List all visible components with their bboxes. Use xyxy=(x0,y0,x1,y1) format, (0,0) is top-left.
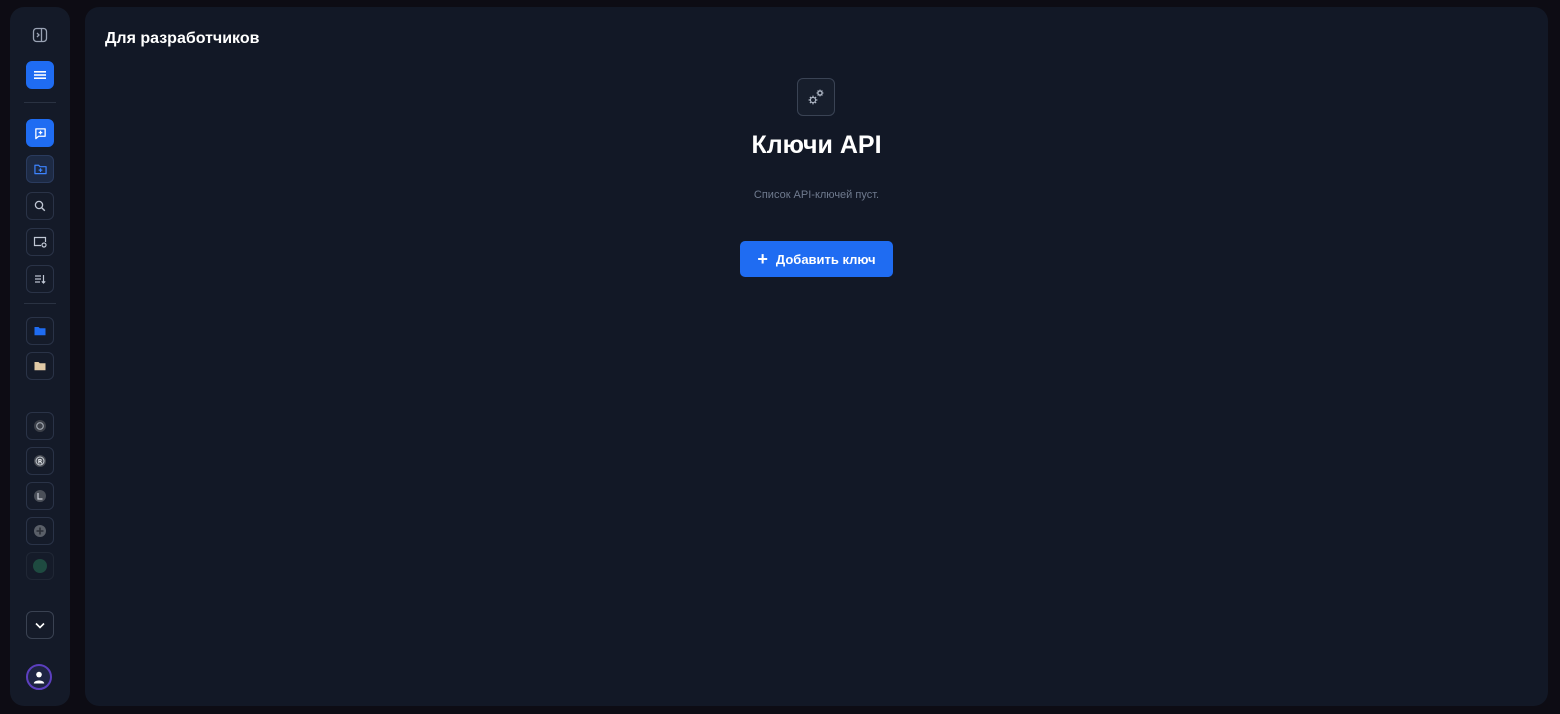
model-r[interactable]: R xyxy=(26,447,54,475)
model-teal[interactable] xyxy=(26,552,54,580)
search-icon xyxy=(34,200,46,212)
app-window: R Для разработчиков Ключи API Список API… xyxy=(0,0,1560,714)
grok-icon xyxy=(34,490,46,502)
main-panel: Для разработчиков Ключи API Список API-к… xyxy=(85,7,1548,706)
page-title: Для разработчиков xyxy=(105,30,260,47)
expand-models-button[interactable] xyxy=(26,611,54,639)
folder-blue[interactable] xyxy=(26,317,54,345)
empty-state-title: Ключи API xyxy=(751,131,882,159)
screen-settings-icon xyxy=(33,236,47,248)
model-plus[interactable] xyxy=(26,517,54,545)
openai-icon xyxy=(34,420,46,432)
folder-beige[interactable] xyxy=(26,352,54,380)
new-chat-icon xyxy=(34,127,46,139)
new-chat-button[interactable] xyxy=(26,119,54,147)
screen-settings-button[interactable] xyxy=(26,228,54,256)
gears-icon xyxy=(797,78,835,116)
menu-button[interactable] xyxy=(26,61,54,89)
chevron-down-icon xyxy=(35,622,45,629)
plus-icon: + xyxy=(757,249,768,269)
sidebar-toggle-icon[interactable] xyxy=(26,21,54,49)
empty-state-subtitle: Список API-ключей пуст. xyxy=(753,189,880,201)
new-folder-icon xyxy=(33,164,47,175)
model-grok[interactable] xyxy=(26,482,54,510)
sort-list-button[interactable] xyxy=(26,265,54,293)
model-openai[interactable] xyxy=(26,412,54,440)
menu-icon xyxy=(34,71,46,79)
sort-list-icon xyxy=(35,275,46,284)
search-button[interactable] xyxy=(26,192,54,220)
sidebar: R xyxy=(10,7,70,706)
user-avatar-icon xyxy=(33,671,45,683)
sidebar-divider xyxy=(24,102,56,103)
folder-icon xyxy=(34,362,46,371)
add-key-button-label: Добавить ключ xyxy=(775,251,876,267)
sidebar-divider xyxy=(24,303,56,304)
folder-icon xyxy=(34,327,46,336)
plus-model-icon xyxy=(34,525,46,537)
svg-text:R: R xyxy=(38,458,43,465)
new-folder-button[interactable] xyxy=(26,155,54,183)
user-avatar[interactable] xyxy=(26,664,52,690)
r-model-icon: R xyxy=(34,455,46,467)
teal-model-icon xyxy=(33,559,47,573)
add-key-button[interactable]: + Добавить ключ xyxy=(740,241,893,277)
